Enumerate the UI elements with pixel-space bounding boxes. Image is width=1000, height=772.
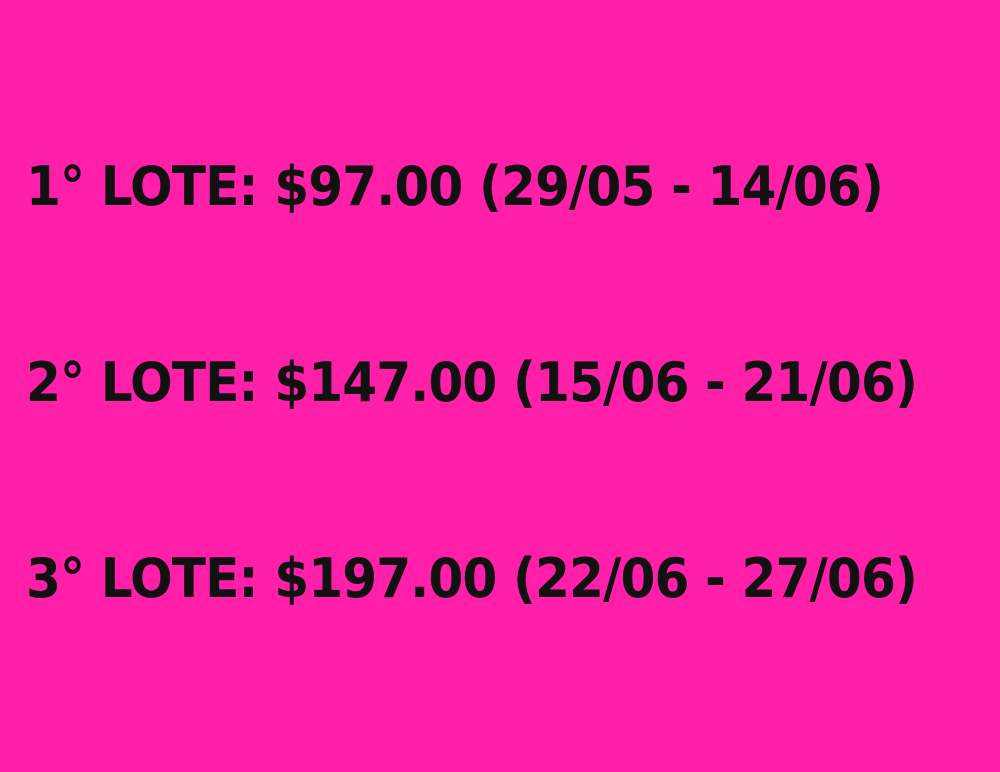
lote-1-price-line: 1° LOTE: $97.00 (29/05 - 14/06) (26, 155, 884, 218)
lote-3-price-line: 3° LOTE: $197.00 (22/06 - 27/06) (26, 547, 918, 610)
lote-2-price-line: 2° LOTE: $147.00 (15/06 - 21/06) (26, 351, 918, 414)
